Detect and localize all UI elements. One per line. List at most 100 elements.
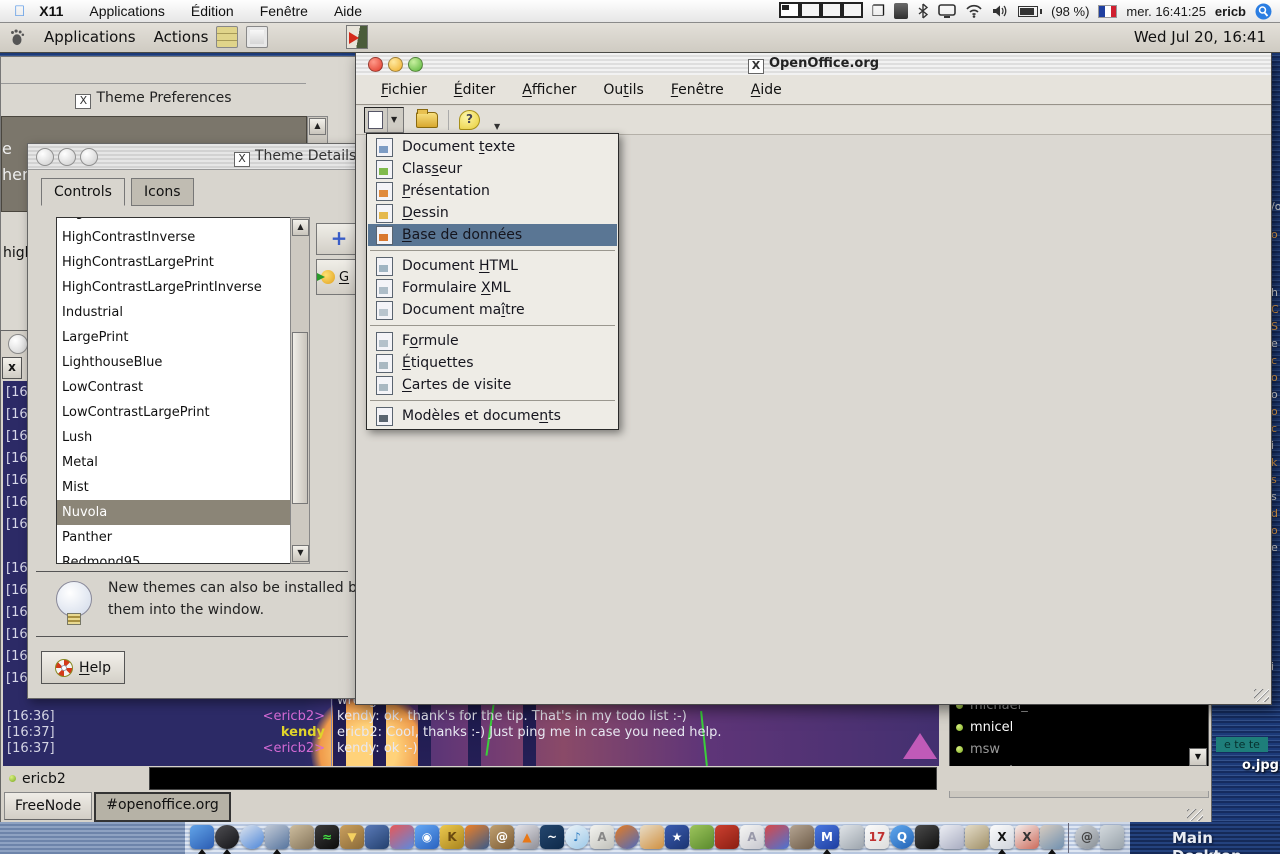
mac-menu-fenêtre[interactable]: Fenêtre (260, 3, 308, 19)
user-row-msw[interactable]: msw (956, 742, 1000, 757)
address-book-icon[interactable]: @ (490, 825, 514, 849)
mac-menu-aide[interactable]: Aide (334, 3, 362, 19)
display-icon[interactable] (938, 4, 956, 19)
gimp-icon[interactable] (790, 825, 814, 849)
finder-icon[interactable] (190, 825, 214, 849)
desktop-selected-file-label[interactable]: e te te (1216, 737, 1268, 752)
theme-row-redmond95[interactable]: Redmond95 (57, 550, 290, 564)
quicktime-icon[interactable]: Q (890, 825, 914, 849)
menu-item-labels[interactable]: Étiquettes (368, 352, 617, 374)
panel-menu-actions[interactable]: Actions (154, 28, 209, 46)
xcode-icon[interactable] (265, 825, 289, 849)
trash-icon[interactable] (1100, 825, 1124, 849)
dropdown-arrow-icon[interactable]: ▼ (387, 108, 397, 132)
wifi-icon[interactable] (965, 4, 983, 18)
dashboard-icon[interactable] (215, 825, 239, 849)
menu-item-master-document[interactable]: Document maître (368, 299, 617, 321)
user-row-mnicel[interactable]: mnicel (956, 720, 1013, 735)
minimize-button-icon[interactable] (58, 148, 76, 166)
logout-icon[interactable] (346, 25, 368, 49)
theme-row-lush[interactable]: Lush (57, 425, 290, 450)
spotlight-icon[interactable] (1255, 3, 1272, 20)
panel-clock[interactable]: Wed Jul 20, 16:41 (1134, 28, 1266, 46)
ical-icon[interactable]: 17 (865, 825, 889, 849)
tab-freenode[interactable]: FreeNode (4, 792, 92, 820)
tab-controls[interactable]: Controls (41, 178, 125, 206)
theme-preferences-titlebar[interactable]: XTheme Preferences (1, 83, 306, 109)
menu-item-business-cards[interactable]: Cartes de visite (368, 374, 617, 396)
vlc-icon[interactable]: ▲ (515, 825, 539, 849)
ichat-icon[interactable]: ◉ (415, 825, 439, 849)
bluetooth-icon[interactable] (917, 3, 929, 19)
file-manager-launcher-icon[interactable] (216, 26, 238, 48)
menubar-clock[interactable]: mer. 16:41:25 (1126, 4, 1206, 19)
menu-item-templates[interactable]: Modèles et documents (368, 405, 617, 427)
colorsync-icon[interactable] (390, 825, 414, 849)
theme-row-lowcontrastlargeprint[interactable]: LowContrastLargePrint (57, 400, 290, 425)
preview-icon[interactable] (290, 825, 314, 849)
mac-menu-x11[interactable]: X11 (39, 3, 63, 19)
theme-row-nuvola[interactable]: Nuvola (57, 500, 290, 525)
stickies-icon[interactable] (690, 825, 714, 849)
menu-item-database[interactable]: Base de données (368, 224, 617, 246)
gnome-foot-icon[interactable] (8, 28, 26, 46)
theme-row-lighthouseblue[interactable]: LighthouseBlue (57, 350, 290, 375)
x11-icon[interactable]: X (990, 825, 1014, 849)
safari-icon[interactable] (240, 825, 264, 849)
menu-aide[interactable]: Aide (751, 82, 782, 98)
menu-item-text-document[interactable]: Document texte (368, 136, 617, 158)
itunes-icon[interactable]: ♪ (565, 825, 589, 849)
terminal-icon[interactable] (915, 825, 939, 849)
openoffice-icon[interactable]: ~ (540, 825, 564, 849)
activity-monitor-icon[interactable]: ≈ (315, 825, 339, 849)
menu-outils[interactable]: Outils (603, 82, 643, 98)
imovie-icon[interactable]: ★ (665, 825, 689, 849)
neooffice-icon[interactable]: M (815, 825, 839, 849)
theme-row-panther[interactable]: Panther (57, 525, 290, 550)
open-file-icon[interactable] (416, 112, 438, 128)
openoffice-resize-grip[interactable] (1254, 689, 1269, 702)
theme-row-highcontrast[interactable]: HighContrast (57, 217, 290, 225)
theme-row-industrial[interactable]: Industrial (57, 300, 290, 325)
theme-list-scrollbar[interactable]: ▲ ▼ (290, 217, 310, 564)
close-button-icon[interactable] (36, 148, 54, 166)
mac-menu-applications[interactable]: Applications (89, 3, 165, 19)
scrollbar-thumb[interactable] (292, 332, 308, 504)
menu-item-drawing[interactable]: Dessin (368, 202, 617, 224)
theme-row-highcontrastlargeprint[interactable]: HighContrastLargePrint (57, 250, 290, 275)
theme-details-titlebar[interactable]: XTheme Details (28, 144, 356, 170)
document-icon[interactable]: A (740, 825, 764, 849)
theme-row-highcontrastlargeprintinverse[interactable]: HighContrastLargePrintInverse (57, 275, 290, 300)
zoom-button-icon[interactable] (80, 148, 98, 166)
font-tool-icon[interactable] (965, 825, 989, 849)
battery-icon[interactable] (1018, 6, 1042, 17)
firefox-icon[interactable] (615, 825, 639, 849)
openoffice-titlebar[interactable]: XOpenOffice.org (356, 53, 1271, 76)
volume-icon[interactable] (992, 4, 1009, 18)
screen-sharing-icon[interactable] (365, 825, 389, 849)
applescript-icon[interactable] (940, 825, 964, 849)
userlist-scroll-down-icon[interactable]: ▼ (1189, 748, 1207, 766)
ipod-icon[interactable] (840, 825, 864, 849)
tab-icons[interactable]: Icons (131, 178, 194, 206)
menu-fenêtre[interactable]: Fenêtre (671, 82, 724, 98)
photo-booth-icon[interactable] (1040, 825, 1064, 849)
tab-openofficeorg[interactable]: #openoffice.org (94, 792, 231, 822)
xchat-resize-grip[interactable] (1187, 809, 1203, 821)
menubar-user[interactable]: ericb (1215, 4, 1246, 19)
menu-item-xml-form[interactable]: Formulaire XML (368, 277, 617, 299)
chat-input[interactable] (149, 767, 937, 790)
scroll-down-icon[interactable]: ▼ (292, 545, 309, 562)
xdev-icon[interactable]: X (1015, 825, 1039, 849)
theme-row-mist[interactable]: Mist (57, 475, 290, 500)
keyboard-viewer-icon[interactable] (894, 3, 908, 19)
menu-fichier[interactable]: Fichier (381, 82, 427, 98)
help-button[interactable]: Help (41, 651, 125, 684)
blender-icon[interactable] (465, 825, 489, 849)
installer-icon[interactable]: ▼ (340, 825, 364, 849)
french-flag-icon[interactable] (1098, 5, 1117, 18)
theme-row-metal[interactable]: Metal (57, 450, 290, 475)
menu-éditer[interactable]: Éditer (454, 82, 496, 98)
help-icon[interactable]: ? (459, 110, 480, 130)
theme-list[interactable]: HighContrastHighContrastInverseHighContr… (56, 217, 291, 564)
